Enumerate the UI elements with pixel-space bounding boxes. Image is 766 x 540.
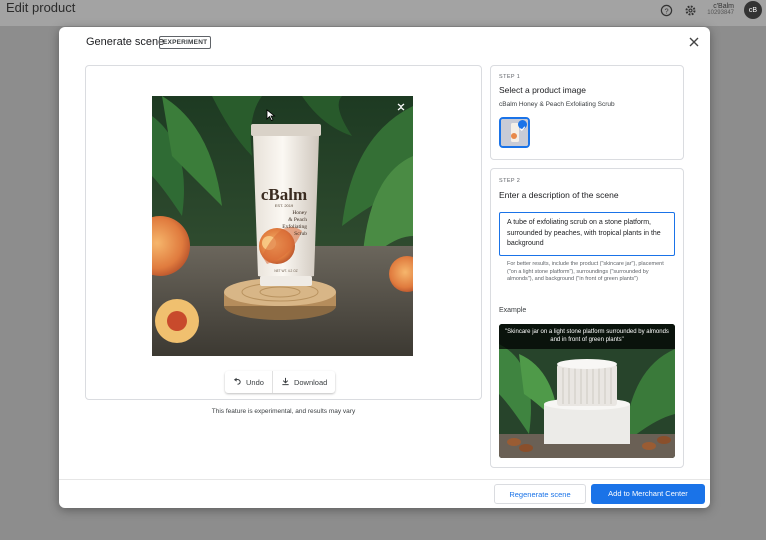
tube-footer-text: NET WT. 4.2 OZ	[274, 269, 297, 273]
regenerate-scene-button[interactable]: Regenerate scene	[494, 484, 586, 504]
undo-button[interactable]: Undo	[225, 371, 272, 393]
download-button[interactable]: Download	[273, 371, 335, 393]
close-icon[interactable]	[687, 35, 701, 49]
preview-card: cBalm EST. 2019 Honey & Peach Exfoliatin…	[85, 65, 482, 400]
tube-text-3: Exfoliating	[282, 223, 307, 230]
step1-label: STEP 1	[499, 74, 521, 80]
account-info: c'Balm 10293847	[707, 3, 734, 17]
example-image: "Skincare jar on a light stone platform …	[499, 324, 675, 458]
step2-card: STEP 2 Enter a description of the scene …	[490, 168, 684, 468]
example-label: Example	[499, 307, 527, 314]
help-icon[interactable]: ?	[659, 3, 673, 17]
generate-scene-dialog: Generate scene EXPERIMENT cBalm EST. 201…	[59, 27, 710, 508]
selected-check-icon	[518, 120, 527, 131]
add-to-merchant-center-button[interactable]: Add to Merchant Center	[591, 484, 705, 504]
footer-divider	[59, 479, 710, 480]
step2-title: Enter a description of the scene	[499, 190, 619, 200]
account-id: 10293847	[707, 10, 734, 16]
tube-text-1: Honey	[292, 210, 307, 216]
example-caption: "Skincare jar on a light stone platform …	[499, 324, 675, 349]
tube-brand-sub: EST. 2019	[275, 203, 294, 208]
description-hint: For better results, include the product …	[507, 261, 664, 282]
header-actions: ? c'Balm 10293847 cB	[659, 0, 762, 20]
dialog-title: Generate scene	[86, 36, 165, 48]
download-icon	[281, 377, 290, 388]
tube-brand-text: cBalm	[261, 185, 307, 204]
mouse-cursor-icon	[266, 108, 276, 122]
collapse-chevrons-icon[interactable]	[395, 100, 407, 112]
tube-text-4: Scrub	[294, 231, 307, 237]
tube-text-2: & Peach	[288, 217, 307, 223]
step1-card: STEP 1 Select a product image cBalm Hone…	[490, 65, 684, 160]
scene-description-input[interactable]: A tube of exfoliating scrub on a stone p…	[499, 212, 675, 256]
step2-label: STEP 2	[499, 178, 521, 184]
dialog-header: Generate scene EXPERIMENT	[59, 27, 710, 55]
undo-icon	[233, 377, 242, 388]
generated-scene-image: cBalm EST. 2019 Honey & Peach Exfoliatin…	[152, 96, 413, 356]
avatar[interactable]: cB	[744, 1, 762, 19]
svg-text:?: ?	[664, 6, 668, 15]
app-header: Edit product ? c'Balm 10293847 cB	[0, 0, 766, 26]
selected-product-name: cBalm Honey & Peach Exfoliating Scrub	[499, 101, 615, 108]
account-name: c'Balm	[713, 3, 734, 10]
experimental-disclaimer: This feature is experimental, and result…	[211, 408, 356, 415]
experiment-badge: EXPERIMENT	[159, 36, 212, 49]
settings-gear-icon[interactable]	[683, 3, 697, 17]
step1-title: Select a product image	[499, 85, 586, 95]
undo-label: Undo	[246, 377, 264, 387]
image-actions: Undo Download	[225, 371, 336, 393]
product-thumbnail[interactable]	[499, 117, 530, 148]
download-label: Download	[293, 377, 328, 387]
page-title: Edit product	[6, 0, 76, 15]
